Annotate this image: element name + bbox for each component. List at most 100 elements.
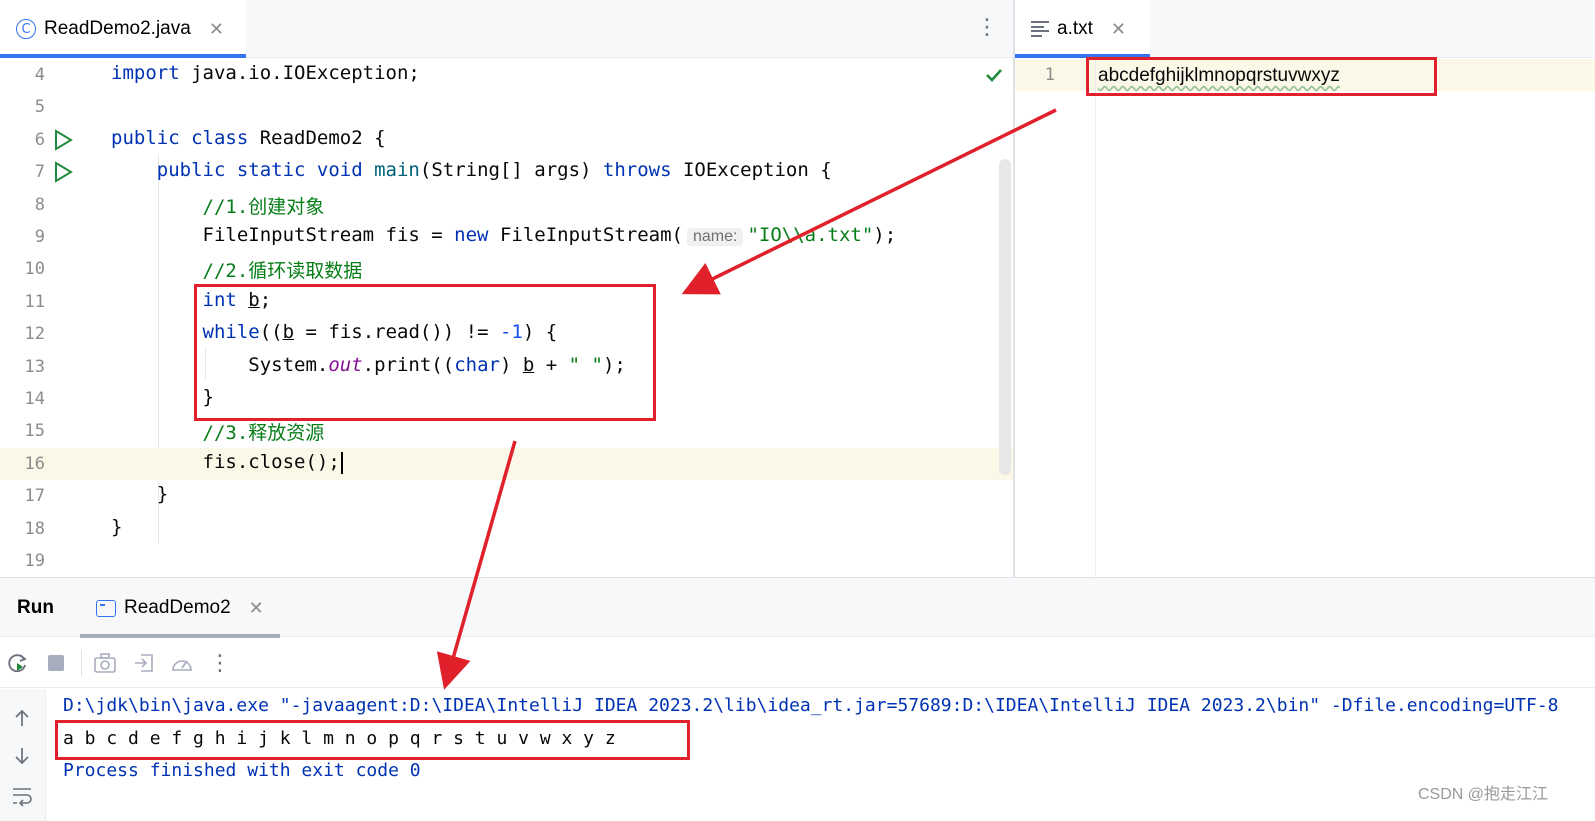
rerun-icon[interactable] <box>5 650 31 676</box>
tab-label: ReadDemo2.java <box>44 18 191 39</box>
active-tab-indicator <box>0 54 246 58</box>
line-number: 14 <box>24 389 45 409</box>
more-icon[interactable]: ⋮ <box>976 15 998 40</box>
line-number: 1 <box>1044 65 1055 85</box>
line-number: 11 <box>24 292 45 312</box>
line-number: 5 <box>34 97 45 117</box>
console-exit-message: Process finished with exit code 0 <box>63 760 421 781</box>
profiler-icon[interactable] <box>169 650 195 676</box>
code-token: FileInputStream fis = <box>111 224 455 246</box>
line-number: 19 <box>24 551 45 571</box>
console-gutter <box>0 689 46 821</box>
editor-tab-bar: C ReadDemo2.java ✕ ⋮ <box>0 0 1013 58</box>
scrollbar[interactable] <box>999 159 1011 475</box>
annotation-box-output <box>55 720 690 760</box>
more-icon[interactable]: ⋮ <box>207 650 233 676</box>
code-line[interactable]: 17 } <box>0 480 1013 512</box>
code-line[interactable]: 9 FileInputStream fis = new FileInputStr… <box>0 221 1013 253</box>
code-token: ReadDemo2 { <box>259 127 386 149</box>
line-number: 10 <box>24 259 45 279</box>
code-text: public class ReadDemo2 { <box>111 127 386 149</box>
class-c-icon: C <box>16 19 36 39</box>
arrow-down-icon[interactable] <box>11 745 33 772</box>
parameter-hint: name: <box>686 228 744 246</box>
line-number: 13 <box>24 357 45 377</box>
code-text: import java.io.IOException; <box>111 62 420 84</box>
code-line[interactable]: 4 import java.io.IOException; <box>0 59 1013 91</box>
code-token: throws <box>602 159 683 181</box>
text-tab-bar: a.txt ✕ <box>1015 0 1595 58</box>
code-line[interactable]: 8 //1.创建对象 <box>0 189 1013 221</box>
run-title: Run <box>17 597 54 618</box>
annotation-box-loop <box>194 284 656 421</box>
close-icon[interactable]: ✕ <box>249 598 264 619</box>
code-line[interactable]: 16 fis.close(); <box>0 448 1013 480</box>
watermark: CSDN @抱走江江 <box>1418 786 1549 803</box>
line-number: 15 <box>24 421 45 441</box>
code-token: //3.释放资源 <box>202 422 325 444</box>
line-number: 17 <box>24 486 45 506</box>
line-number: 12 <box>24 324 45 344</box>
code-text: } <box>111 516 122 538</box>
code-token: "IO\\a.txt" <box>747 224 874 246</box>
run-toolbar: ⋮ <box>0 638 1595 688</box>
code-line[interactable]: 7 public static void main(String[] args)… <box>0 156 1013 188</box>
code-line[interactable]: 18} <box>0 513 1013 545</box>
code-line[interactable]: 5 <box>0 91 1013 123</box>
console-command-line: D:\jdk\bin\java.exe "-javaagent:D:\IDEA\… <box>63 695 1559 716</box>
line-number: 8 <box>34 195 45 215</box>
code-text: //2.循环读取数据 <box>111 256 363 283</box>
line-number: 18 <box>24 519 45 539</box>
code-token: (String[] args) <box>419 159 603 181</box>
code-token: import <box>111 62 192 84</box>
close-icon[interactable]: ✕ <box>209 19 224 40</box>
toolbar-separator <box>81 650 82 676</box>
import-icon[interactable] <box>131 650 157 676</box>
camera-icon[interactable] <box>92 650 118 676</box>
stop-icon[interactable] <box>43 650 69 676</box>
code-token: } <box>111 516 123 538</box>
code-token: new <box>454 224 500 246</box>
code-text: } <box>111 483 168 505</box>
run-tool-window-header: Run ReadDemo2 ✕ <box>0 577 1595 638</box>
code-token: IOException { <box>682 159 832 181</box>
code-token: public static void <box>156 159 375 181</box>
line-number: 7 <box>34 162 45 182</box>
soft-wrap-icon[interactable] <box>11 785 33 812</box>
tab-readdemo2-java[interactable]: C ReadDemo2.java ✕ <box>0 0 246 58</box>
code-token: fis.close(); <box>111 451 340 473</box>
code-token: java.io.IOException; <box>191 62 420 84</box>
code-token: FileInputStream( <box>499 224 683 246</box>
code-token: public class <box>111 127 260 149</box>
code-text: FileInputStream fis = new FileInputStrea… <box>111 224 896 246</box>
line-number: 6 <box>34 130 45 150</box>
code-token: } <box>111 483 169 505</box>
code-line[interactable]: 10 //2.循环读取数据 <box>0 253 1013 285</box>
text-file-icon <box>1031 21 1049 37</box>
gutter-divider <box>1095 59 1096 577</box>
code-line[interactable]: 6 public class ReadDemo2 { <box>0 124 1013 156</box>
code-token: //1.创建对象 <box>202 196 325 218</box>
code-token: main <box>374 159 420 181</box>
tab-label: a.txt <box>1057 18 1093 39</box>
line-number: 4 <box>34 65 45 85</box>
check-icon[interactable] <box>984 65 1004 90</box>
code-text: public static void main(String[] args) t… <box>111 159 832 181</box>
run-gutter-icon[interactable] <box>53 161 73 183</box>
arrow-up-icon[interactable] <box>11 707 33 734</box>
run-config-icon <box>96 599 116 617</box>
annotation-box-file <box>1086 57 1437 96</box>
tab-a-txt[interactable]: a.txt ✕ <box>1015 0 1150 58</box>
code-line[interactable]: 19 <box>0 545 1013 577</box>
text-editor[interactable]: 1 abcdefghijklmnopqrstuvwxyz <box>1015 59 1595 577</box>
close-icon[interactable]: ✕ <box>1111 19 1126 40</box>
run-gutter-icon[interactable] <box>53 129 73 151</box>
code-token: //2.循环读取数据 <box>202 260 363 282</box>
run-tab-readdemo2[interactable]: ReadDemo2 ✕ <box>80 578 280 638</box>
